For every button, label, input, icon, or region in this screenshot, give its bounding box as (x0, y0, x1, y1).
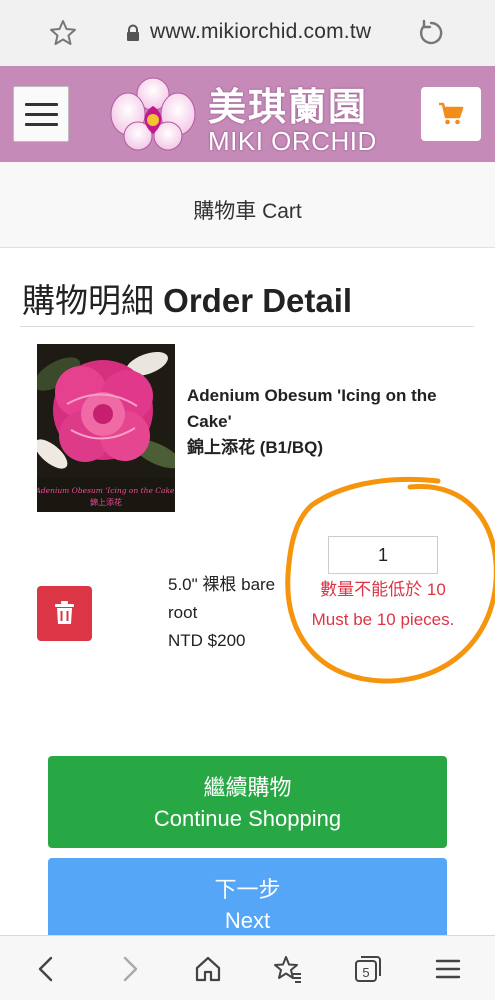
order-title-en: Order Detail (163, 282, 353, 319)
continue-shopping-button[interactable]: 繼續購物 Continue Shopping (48, 756, 447, 848)
logo-chinese-name: 美琪蘭園 (208, 84, 369, 129)
next-label-cn: 下一步 (214, 877, 281, 902)
product-name-en: Adenium Obesum 'Icing on the Cake' (187, 386, 437, 431)
orange-circle-annotation (285, 476, 495, 684)
svg-text:錦上添花: 錦上添花 (90, 497, 122, 507)
svg-text:Adenium Obesum 'Icing on the C: Adenium Obesum 'Icing on the Cake' (37, 486, 175, 495)
order-detail-heading: 購物明細 Order Detail (22, 274, 352, 322)
orchid-logo-icon[interactable] (110, 76, 196, 154)
page-title: 購物車 Cart (193, 200, 302, 223)
menu-line-icon (25, 123, 58, 126)
home-icon[interactable] (193, 954, 223, 984)
forward-arrow-icon[interactable] (114, 954, 144, 984)
url-text[interactable]: www.mikiorchid.com.tw (150, 20, 371, 44)
continue-label-en: Continue Shopping (153, 806, 342, 831)
bookmarks-icon[interactable] (273, 954, 303, 984)
back-arrow-icon[interactable] (32, 954, 62, 984)
page-header: 購物車 Cart (0, 162, 495, 248)
cart-button[interactable] (421, 87, 481, 141)
product-name-cn: 錦上添花 (B1/BQ) (187, 438, 323, 457)
continue-label-cn: 繼續購物 (203, 775, 292, 800)
menu-line-icon (25, 103, 58, 106)
hamburger-menu-button[interactable] (13, 86, 69, 142)
tabs-icon[interactable]: 5 (353, 954, 383, 984)
trash-icon (55, 601, 74, 624)
reload-icon[interactable] (416, 18, 446, 48)
divider (20, 326, 474, 327)
bookmark-star-icon[interactable] (48, 18, 78, 48)
tab-count: 5 (362, 965, 369, 980)
lock-icon (126, 24, 140, 42)
order-title-cn: 購物明細 (22, 282, 154, 319)
site-header: 美琪蘭園 MIKI ORCHID (0, 66, 495, 162)
shopping-cart-icon (439, 102, 464, 125)
menu-line-icon (25, 113, 58, 116)
browser-url-bar: www.mikiorchid.com.tw (0, 0, 495, 66)
next-label-en: Next (224, 908, 271, 933)
browser-bottom-bar: 5 (0, 935, 495, 1000)
logo-english-name: MIKI ORCHID (208, 126, 377, 156)
delete-item-button[interactable] (37, 586, 92, 641)
product-image[interactable]: Adenium Obesum 'Icing on the Cake' 錦上添花 (37, 344, 175, 512)
product-name[interactable]: Adenium Obesum 'Icing on the Cake' 錦上添花 … (187, 383, 447, 461)
menu-icon[interactable] (433, 954, 463, 984)
order-detail-panel: 購物明細 Order Detail Adenium Obesum 'Icing … (20, 268, 495, 1000)
